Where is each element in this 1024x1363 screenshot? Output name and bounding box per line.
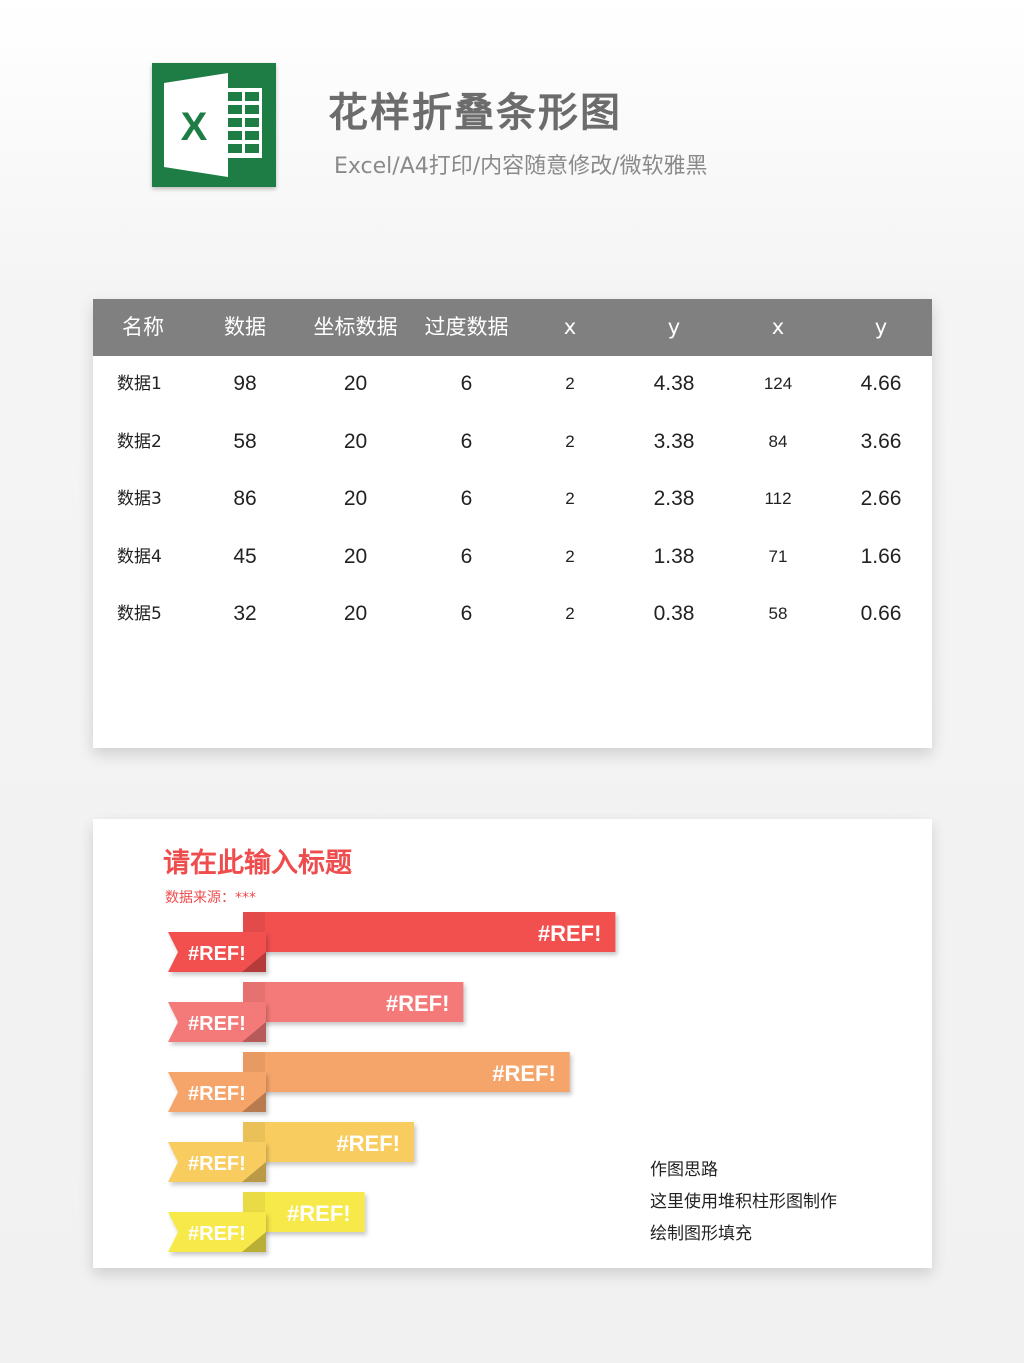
chart-note: 绘制图形填充 [650,1224,752,1244]
table-cell: 20 [343,545,368,568]
tab-label: #REF! [188,1153,246,1175]
column-header: 名称 [122,315,164,339]
table-cell: 6 [460,487,473,510]
table-cell: 4.66 [860,372,902,395]
column-header: 过度数据 [424,315,509,339]
bar-group: #REF! #REF! [168,1052,570,1112]
tab-label: #REF! [188,943,246,965]
table-cell: 4.38 [653,372,695,395]
data-table: 名称 数据 坐标数据 过度数据 x y x y 数据1 98 20 6 2 4.… [93,299,932,748]
bar-group: #REF! #REF! [168,1192,365,1252]
table-cell: 0.66 [860,602,902,625]
table-cell: 20 [343,602,368,625]
table-cell: 2 [565,547,575,566]
logo-letter: X [181,105,208,149]
chart-note: 这里使用堆积柱形图制作 [650,1192,837,1212]
table-cell: 20 [343,372,368,395]
table-cell: 数据2 [117,432,162,452]
column-header: y [667,315,681,339]
chart-card: 请在此输入标题 数据来源：*** #REF! #REF! #REF! #REF! #RE… [93,819,932,1268]
table-cell: 20 [343,430,368,453]
tab-label: #REF! [188,1013,246,1035]
table-cell: 84 [768,432,788,451]
table-cell: 3.66 [860,430,902,453]
table-cell: 112 [764,489,792,508]
table-cell: 45 [233,545,257,568]
table-cell: 2 [565,604,575,623]
chart-note: 作图思路 [650,1160,718,1180]
column-header: 坐标数据 [313,315,398,339]
table-cell: 2 [565,489,575,508]
table-cell: 数据5 [117,604,162,624]
table-header: 名称 数据 坐标数据 过度数据 x y x y [93,299,932,356]
table-cell: 2.66 [860,487,902,510]
table-cell: 2.38 [653,487,695,510]
table-cell: 数据4 [117,547,162,567]
excel-logo-icon: X [152,63,276,187]
table-cell: 6 [460,602,473,625]
bar-label: #REF! [538,921,602,946]
bar-group: #REF! #REF! [168,1122,414,1182]
tab-label: #REF! [188,1223,246,1245]
table-cell: 20 [343,487,368,510]
table-cell: 数据3 [117,489,162,509]
table-cell: 1.66 [860,545,902,568]
bar-group: #REF! #REF! [168,982,464,1042]
bar-group: #REF! #REF! [168,912,616,972]
table-cell: 3.38 [653,430,695,453]
table-cell: 6 [460,372,473,395]
bar-label: #REF! [386,991,450,1016]
page-title: 花样折叠条形图 [328,90,622,136]
page-subtitle: Excel/A4打印/内容随意修改/微软雅黑 [334,154,708,179]
bar-label: #REF! [492,1061,556,1086]
column-header: x [771,315,785,339]
table-cell: 1.38 [653,545,695,568]
column-header: 数据 [224,315,266,339]
column-header: y [874,315,888,339]
table-cell: 124 [763,374,793,393]
table-cell: 0.38 [653,602,695,625]
table-cell: 6 [460,430,473,453]
tab-label: #REF! [188,1083,246,1105]
table-cell: 数据1 [117,374,162,394]
table-cell: 2 [565,374,575,393]
table-cell: 58 [768,604,788,623]
table-cell: 2 [565,432,575,451]
table-cell: 32 [233,602,257,625]
table-cell: 98 [233,372,257,395]
table-cell: 6 [460,545,473,568]
bar-label: #REF! [336,1131,400,1156]
table-cell: 71 [768,547,788,566]
bar-label: #REF! [287,1201,351,1226]
column-header: x [563,315,577,339]
table-cell: 86 [233,487,257,510]
table-cell: 58 [233,430,257,453]
